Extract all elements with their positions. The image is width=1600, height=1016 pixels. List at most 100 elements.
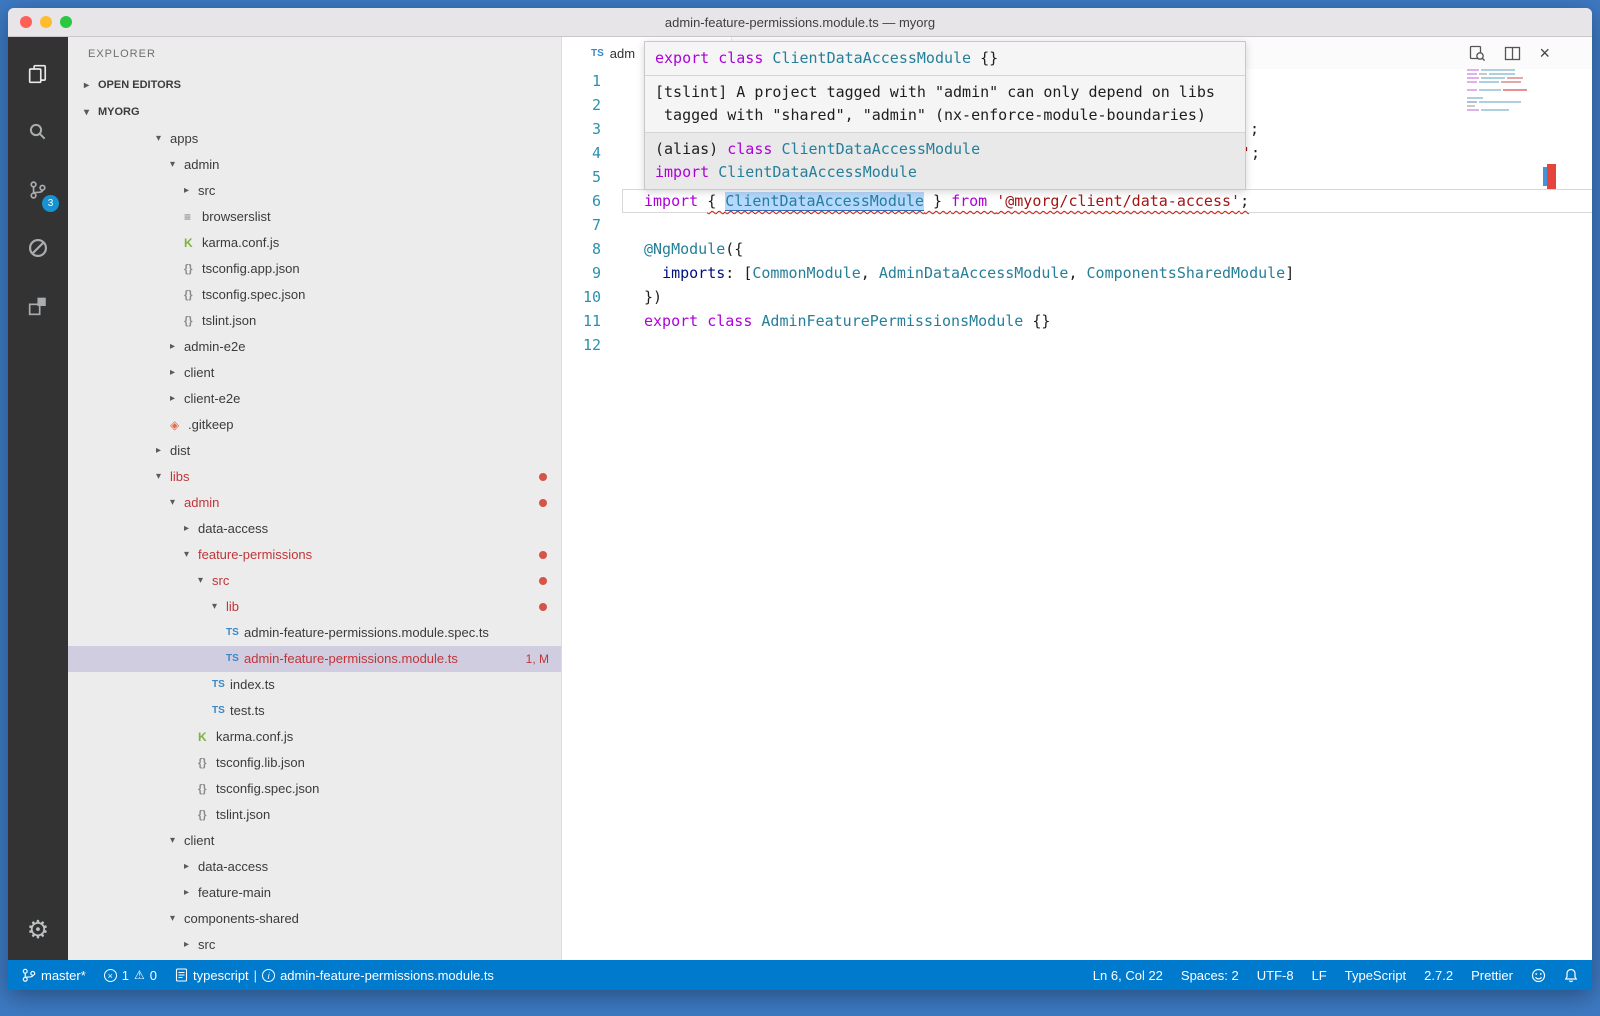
cursor-position-status[interactable]: Ln 6, Col 22 (1093, 968, 1163, 983)
code-line-8[interactable]: 8@NgModule({ (562, 237, 1592, 261)
git-branch-status[interactable]: master* (22, 968, 86, 983)
formatter-status[interactable]: Prettier (1471, 968, 1513, 983)
hovered-symbol[interactable]: ClientDataAccessModule (725, 192, 924, 210)
tree-folder-src[interactable]: ▸src (68, 932, 561, 958)
feedback-smiley-button[interactable] (1531, 968, 1546, 983)
code-token: ; (1250, 120, 1259, 138)
hover-widget[interactable]: export class ClientDataAccessModule {}[t… (644, 41, 1246, 190)
tree-file-admin-feature-permissions.module.spec.ts[interactable]: TSadmin-feature-permissions.module.spec.… (68, 620, 561, 646)
tree-file-tsconfig.app.json[interactable]: {}tsconfig.app.json (68, 256, 561, 282)
error-icon: × (104, 969, 117, 982)
open-editors-section[interactable]: ▸ OPEN EDITORS (68, 72, 561, 99)
tree-folder-src[interactable]: ▾src (68, 568, 561, 594)
tree-folder-client-e2e[interactable]: ▸client-e2e (68, 386, 561, 412)
close-window-button[interactable] (20, 16, 32, 28)
tree-folder-lib[interactable]: ▾lib (68, 594, 561, 620)
indentation-status[interactable]: Spaces: 2 (1181, 968, 1239, 983)
root-folder-label: MYORG (98, 99, 140, 126)
tree-item-label: .gitkeep (188, 412, 234, 438)
code-line-7[interactable]: 7 (562, 213, 1592, 237)
tree-file-karma.conf.js[interactable]: Kkarma.conf.js (68, 230, 561, 256)
minimap[interactable] (1467, 69, 1535, 117)
explorer-activity-button[interactable] (8, 45, 68, 103)
zoom-window-button[interactable] (60, 16, 72, 28)
source-control-activity-button[interactable]: 3 (8, 161, 68, 219)
tree-file-tsconfig.lib.json[interactable]: {}tsconfig.lib.json (68, 750, 561, 776)
search-activity-button[interactable] (8, 103, 68, 161)
tree-folder-libs[interactable]: ▾libs (68, 464, 561, 490)
code-token: } (924, 192, 951, 210)
tree-file-karma.conf.js[interactable]: Kkarma.conf.js (68, 724, 561, 750)
code-token: ; (1251, 144, 1260, 162)
settings-gear-button[interactable]: ⚙ (27, 910, 49, 950)
open-changes-icon[interactable] (1469, 45, 1486, 62)
code-token: AdminDataAccessModule (879, 264, 1069, 282)
typescript-version-status[interactable]: 2.7.2 (1424, 968, 1453, 983)
tree-item-label: src (198, 178, 215, 204)
chevron-right-icon: ▸ (170, 360, 184, 386)
code-token: (alias) (655, 140, 727, 158)
file-tree: ▾apps▾admin▸src≡browserslistKkarma.conf.… (68, 126, 561, 958)
code-line-6[interactable]: 6import { ClientDataAccessModule } from … (562, 189, 1592, 213)
tree-folder-admin[interactable]: ▾admin (68, 152, 561, 178)
error-count: 1 (122, 968, 129, 983)
tree-folder-client[interactable]: ▸client (68, 360, 561, 386)
problems-status[interactable]: × 1 ⚠ 0 (104, 968, 157, 983)
tree-file-admin-feature-permissions.module.ts[interactable]: TSadmin-feature-permissions.module.ts1, … (68, 646, 561, 672)
encoding-status[interactable]: UTF-8 (1257, 968, 1294, 983)
tree-folder-src[interactable]: ▸src (68, 178, 561, 204)
tree-folder-feature-main[interactable]: ▸feature-main (68, 880, 561, 906)
close-editor-icon[interactable]: × (1539, 37, 1550, 69)
extensions-activity-button[interactable] (8, 277, 68, 335)
minimize-window-button[interactable] (40, 16, 52, 28)
tslint-status[interactable]: typescript | i admin-feature-permissions… (175, 968, 494, 983)
split-editor-icon[interactable] (1504, 45, 1521, 62)
tree-file-index.ts[interactable]: TSindex.ts (68, 672, 561, 698)
code-line-12[interactable]: 12 (562, 333, 1592, 357)
branch-icon (22, 968, 36, 982)
code-token (644, 264, 662, 282)
code-token: class (718, 49, 772, 67)
code-line-9[interactable]: 9 imports: [CommonModule, AdminDataAcces… (562, 261, 1592, 285)
tree-folder-components-shared[interactable]: ▾components-shared (68, 906, 561, 932)
code-token: class (727, 140, 781, 158)
tree-folder-admin-e2e[interactable]: ▸admin-e2e (68, 334, 561, 360)
window-title: admin-feature-permissions.module.ts — my… (665, 15, 935, 30)
line-content: imports: [CommonModule, AdminDataAccessM… (622, 261, 1592, 285)
code-line-10[interactable]: 10}) (562, 285, 1592, 309)
tree-folder-data-access[interactable]: ▸data-access (68, 516, 561, 542)
notifications-button[interactable] (1564, 968, 1578, 983)
tree-file-browserslist[interactable]: ≡browserslist (68, 204, 561, 230)
tree-folder-data-access[interactable]: ▸data-access (68, 854, 561, 880)
chevron-right-icon: ▸ (184, 516, 198, 542)
tree-file-tslint.json[interactable]: {}tslint.json (68, 802, 561, 828)
tree-file-.gitkeep[interactable]: ◈.gitkeep (68, 412, 561, 438)
tree-item-label: src (198, 932, 215, 958)
tree-folder-client[interactable]: ▾client (68, 828, 561, 854)
overview-ruler-error-marker[interactable] (1547, 164, 1556, 189)
eol-status[interactable]: LF (1312, 968, 1327, 983)
tree-file-test.ts[interactable]: TStest.ts (68, 698, 561, 724)
tree-folder-admin[interactable]: ▾admin (68, 490, 561, 516)
tree-folder-dist[interactable]: ▸dist (68, 438, 561, 464)
code-token: export (655, 49, 718, 67)
code-token: CommonModule (752, 264, 860, 282)
root-folder-section[interactable]: ▾ MYORG (68, 99, 561, 126)
karma-file-icon: K (198, 724, 216, 750)
traffic-lights (20, 16, 72, 28)
code-line-11[interactable]: 11export class AdminFeaturePermissionsMo… (562, 309, 1592, 333)
tree-folder-feature-permissions[interactable]: ▾feature-permissions (68, 542, 561, 568)
code-token: AdminFeaturePermissionsModule (761, 312, 1032, 330)
tree-file-tslint.json[interactable]: {}tslint.json (68, 308, 561, 334)
tree-file-tsconfig.spec.json[interactable]: {}tsconfig.spec.json (68, 776, 561, 802)
language-mode-status[interactable]: TypeScript (1345, 968, 1406, 983)
tree-folder-apps[interactable]: ▾apps (68, 126, 561, 152)
title-bar[interactable]: admin-feature-permissions.module.ts — my… (8, 8, 1592, 37)
status-divider: | (254, 968, 257, 983)
info-icon: i (262, 969, 275, 982)
tree-file-tsconfig.spec.json[interactable]: {}tsconfig.spec.json (68, 282, 561, 308)
line-number: 11 (562, 309, 622, 333)
debug-activity-button[interactable] (8, 219, 68, 277)
chevron-right-icon: ▸ (184, 880, 198, 906)
code-area[interactable]: 123;4';56import { ClientDataAccessModule… (562, 69, 1592, 960)
